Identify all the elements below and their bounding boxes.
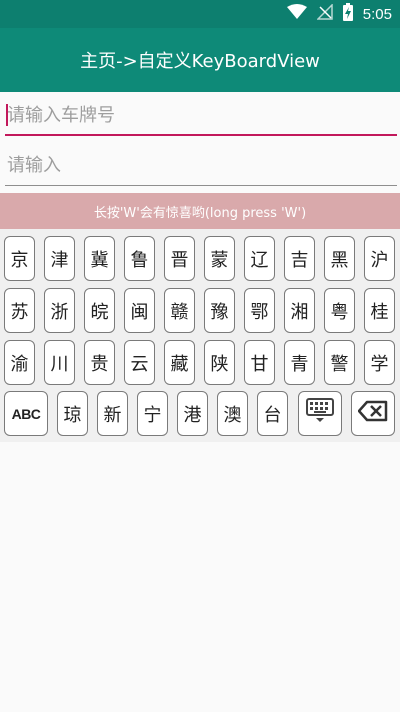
key-2-2[interactable]: 浙: [44, 288, 75, 333]
abc-switch-button[interactable]: ABC: [4, 391, 48, 436]
key-3-5[interactable]: 藏: [164, 340, 195, 385]
key-1-9[interactable]: 黑: [324, 236, 355, 281]
status-icons: 5:05: [286, 3, 392, 25]
plate-keyboard: 京 津 冀 鲁 晋 蒙 辽 吉 黑 沪 苏 浙 皖 闽 赣 豫 鄂 湘 粤 桂 …: [0, 229, 400, 442]
key-1-1[interactable]: 京: [4, 236, 35, 281]
keyboard-hide-icon: [306, 398, 334, 429]
key-4-4[interactable]: 港: [177, 391, 208, 436]
key-2-1[interactable]: 苏: [4, 288, 35, 333]
key-1-2[interactable]: 津: [44, 236, 75, 281]
key-3-10[interactable]: 学: [364, 340, 395, 385]
hide-keyboard-button[interactable]: [298, 391, 342, 436]
status-time: 5:05: [362, 5, 392, 23]
wifi-icon: [286, 4, 307, 24]
key-4-2[interactable]: 新: [97, 391, 128, 436]
app-bar: 主页->自定义KeyBoardView: [0, 28, 400, 92]
delete-button[interactable]: [351, 391, 395, 436]
key-2-10[interactable]: 桂: [364, 288, 395, 333]
key-2-9[interactable]: 粤: [324, 288, 355, 333]
key-4-6[interactable]: 台: [257, 391, 288, 436]
key-1-10[interactable]: 沪: [364, 236, 395, 281]
key-1-8[interactable]: 吉: [284, 236, 315, 281]
plain-input-field[interactable]: [5, 146, 397, 186]
key-2-4[interactable]: 闽: [124, 288, 155, 333]
key-3-8[interactable]: 青: [284, 340, 315, 385]
text-cursor: [6, 104, 8, 126]
battery-charging-icon: [342, 3, 353, 25]
key-1-5[interactable]: 晋: [164, 236, 195, 281]
key-3-9[interactable]: 警: [324, 340, 355, 385]
key-2-7[interactable]: 鄂: [244, 288, 275, 333]
key-4-3[interactable]: 宁: [137, 391, 168, 436]
key-3-1[interactable]: 渝: [4, 340, 35, 385]
key-3-2[interactable]: 川: [44, 340, 75, 385]
key-2-6[interactable]: 豫: [204, 288, 235, 333]
key-4-5[interactable]: 澳: [217, 391, 248, 436]
key-3-7[interactable]: 甘: [244, 340, 275, 385]
plate-number-field[interactable]: [5, 96, 397, 136]
key-1-4[interactable]: 鲁: [124, 236, 155, 281]
key-3-3[interactable]: 贵: [84, 340, 115, 385]
hint-text: 长按'W'会有惊喜哟(long press 'W'): [93, 205, 307, 221]
signal-off-icon: [315, 3, 333, 24]
key-1-7[interactable]: 辽: [244, 236, 275, 281]
key-2-3[interactable]: 皖: [84, 288, 115, 333]
hint-bar: 长按'W'会有惊喜哟(long press 'W'): [0, 193, 400, 229]
status-bar: 5:05: [0, 0, 400, 28]
key-2-5[interactable]: 赣: [164, 288, 195, 333]
key-3-4[interactable]: 云: [124, 340, 155, 385]
page-title: 主页->自定义KeyBoardView: [80, 51, 320, 72]
key-4-1[interactable]: 琼: [57, 391, 88, 436]
key-3-6[interactable]: 陕: [204, 340, 235, 385]
key-2-8[interactable]: 湘: [284, 288, 315, 333]
key-1-6[interactable]: 蒙: [204, 236, 235, 281]
plate-number-input[interactable]: [5, 96, 397, 134]
backspace-icon: [357, 400, 388, 427]
key-1-3[interactable]: 冀: [84, 236, 115, 281]
plain-input[interactable]: [5, 146, 397, 185]
